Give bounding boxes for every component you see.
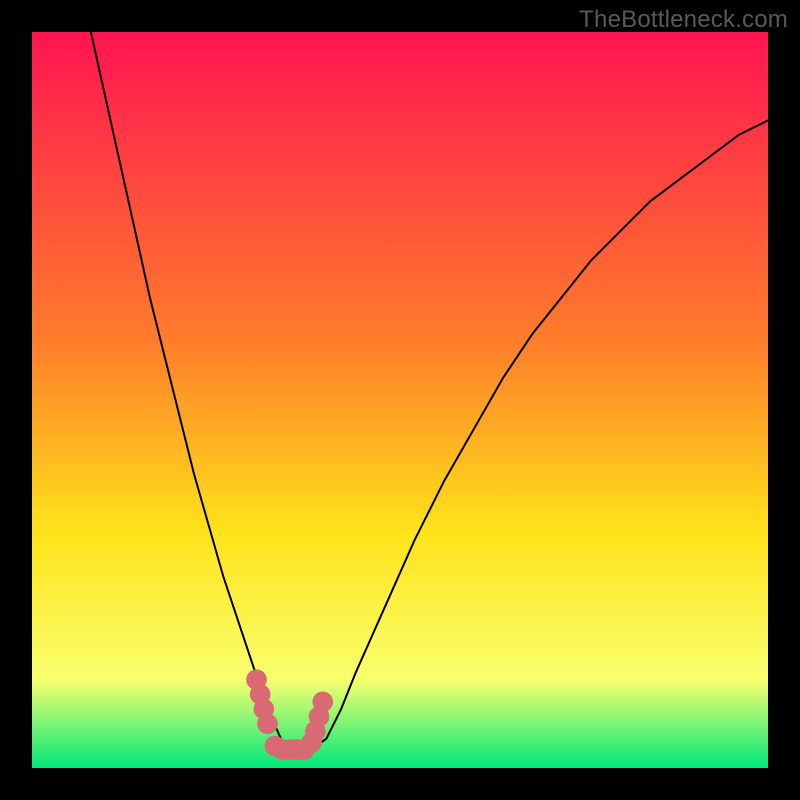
bottleneck-chart (32, 32, 768, 768)
marker-point (312, 691, 333, 712)
gradient-background (32, 32, 768, 768)
outer-frame: TheBottleneck.com (0, 0, 800, 800)
chart-container (32, 32, 768, 768)
marker-point (257, 714, 278, 735)
watermark-text: TheBottleneck.com (579, 6, 788, 34)
